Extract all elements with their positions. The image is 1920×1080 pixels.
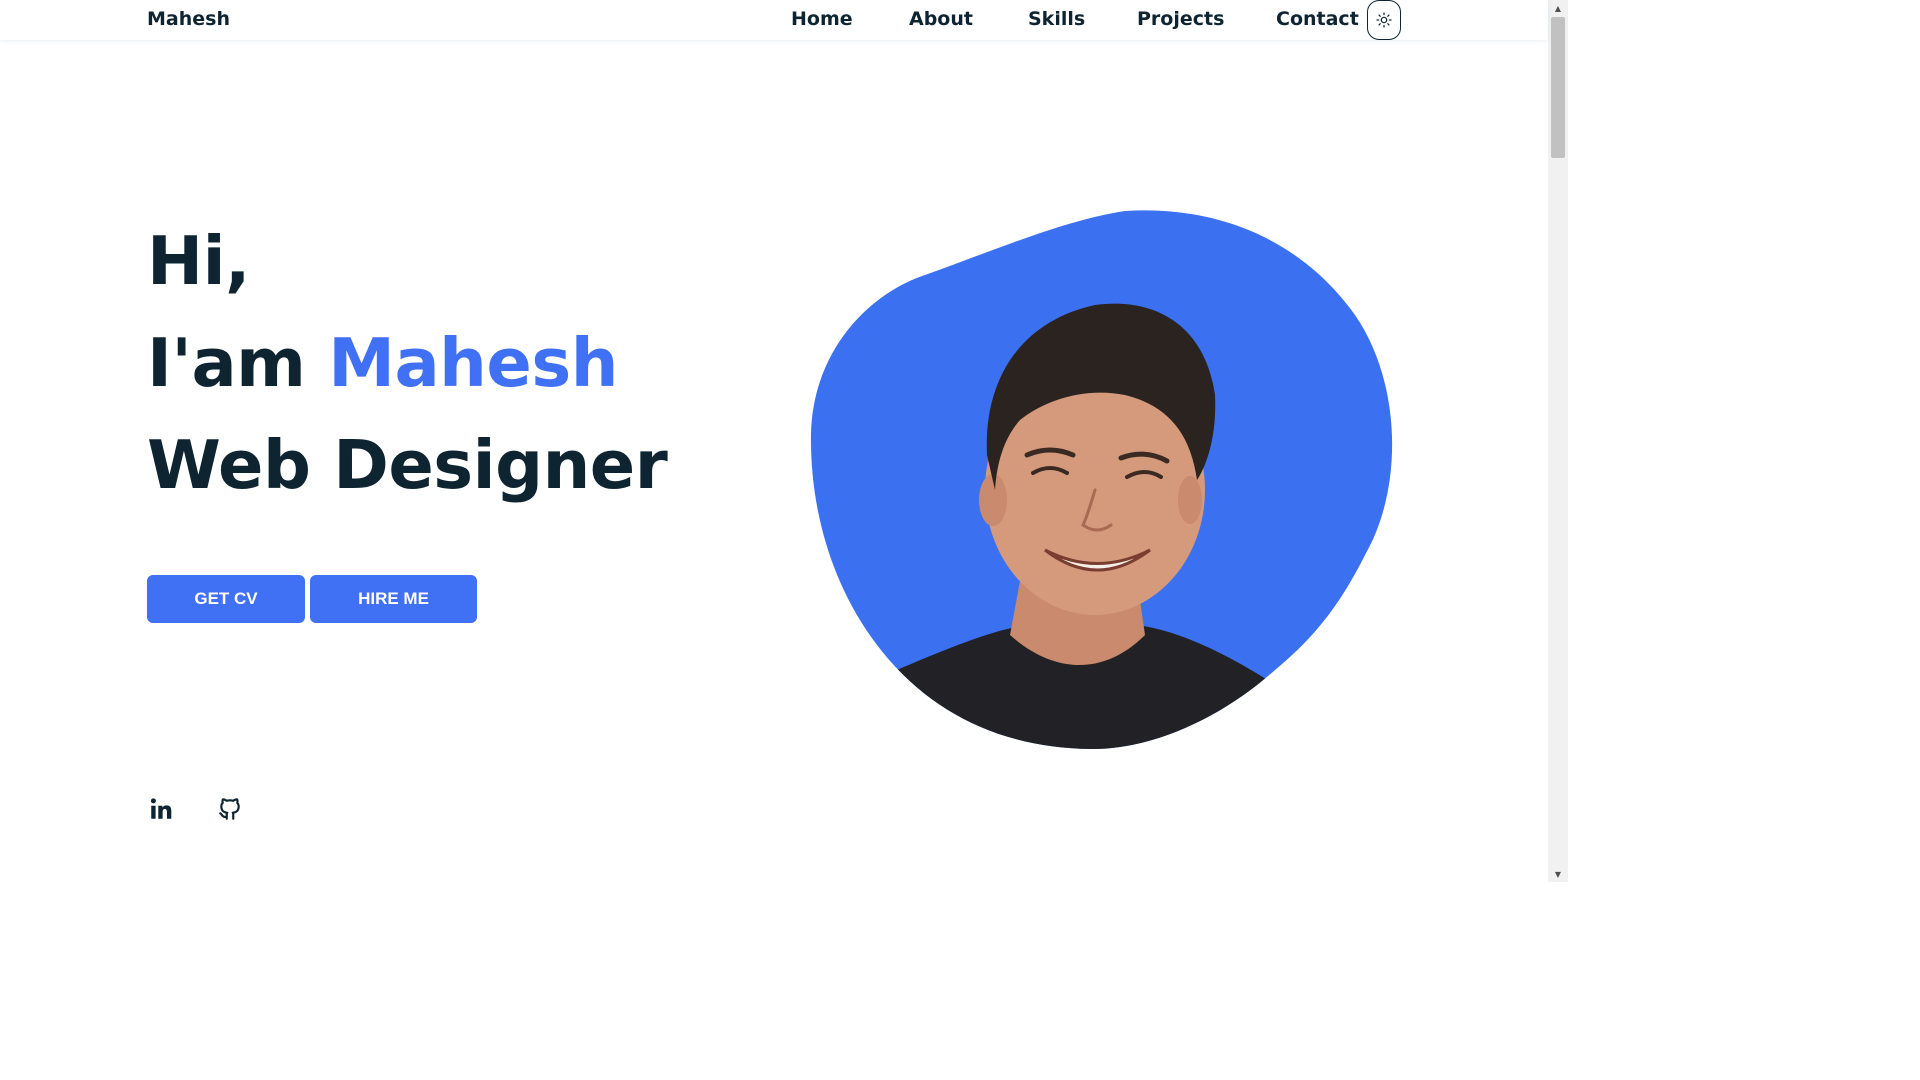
theme-toggle-button[interactable] bbox=[1367, 0, 1401, 40]
page-scrollbar[interactable]: ▲ ▼ bbox=[1548, 0, 1568, 882]
get-cv-button[interactable]: GET CV bbox=[147, 575, 305, 623]
sun-icon bbox=[1376, 12, 1392, 28]
github-link[interactable] bbox=[216, 795, 244, 823]
hero-greeting: Hi, bbox=[147, 222, 251, 300]
nav-home[interactable]: Home bbox=[791, 8, 853, 30]
hero-image bbox=[805, 205, 1405, 755]
linkedin-link[interactable] bbox=[147, 795, 175, 823]
hire-me-button[interactable]: HIRE ME bbox=[310, 575, 477, 623]
logo-link[interactable]: Mahesh bbox=[147, 8, 230, 30]
linkedin-icon bbox=[150, 798, 172, 819]
hero-role: Web Designer bbox=[147, 426, 668, 504]
site-header: Mahesh Home About Skills Projects Contac… bbox=[0, 0, 1548, 40]
nav-skills[interactable]: Skills bbox=[1028, 8, 1085, 30]
hero-intro: I'am Mahesh bbox=[147, 330, 618, 397]
scroll-thumb[interactable] bbox=[1551, 17, 1565, 158]
scroll-down-arrow[interactable]: ▼ bbox=[1548, 866, 1568, 882]
github-icon bbox=[219, 798, 240, 820]
nav-about[interactable]: About bbox=[909, 8, 973, 30]
hero-name: Mahesh bbox=[328, 324, 618, 402]
nav-projects[interactable]: Projects bbox=[1137, 8, 1224, 30]
hero-intro-prefix: I'am bbox=[147, 324, 329, 402]
scroll-up-arrow[interactable]: ▲ bbox=[1548, 0, 1568, 16]
page: Mahesh Home About Skills Projects Contac… bbox=[0, 0, 1568, 882]
nav-contact[interactable]: Contact bbox=[1276, 8, 1359, 30]
